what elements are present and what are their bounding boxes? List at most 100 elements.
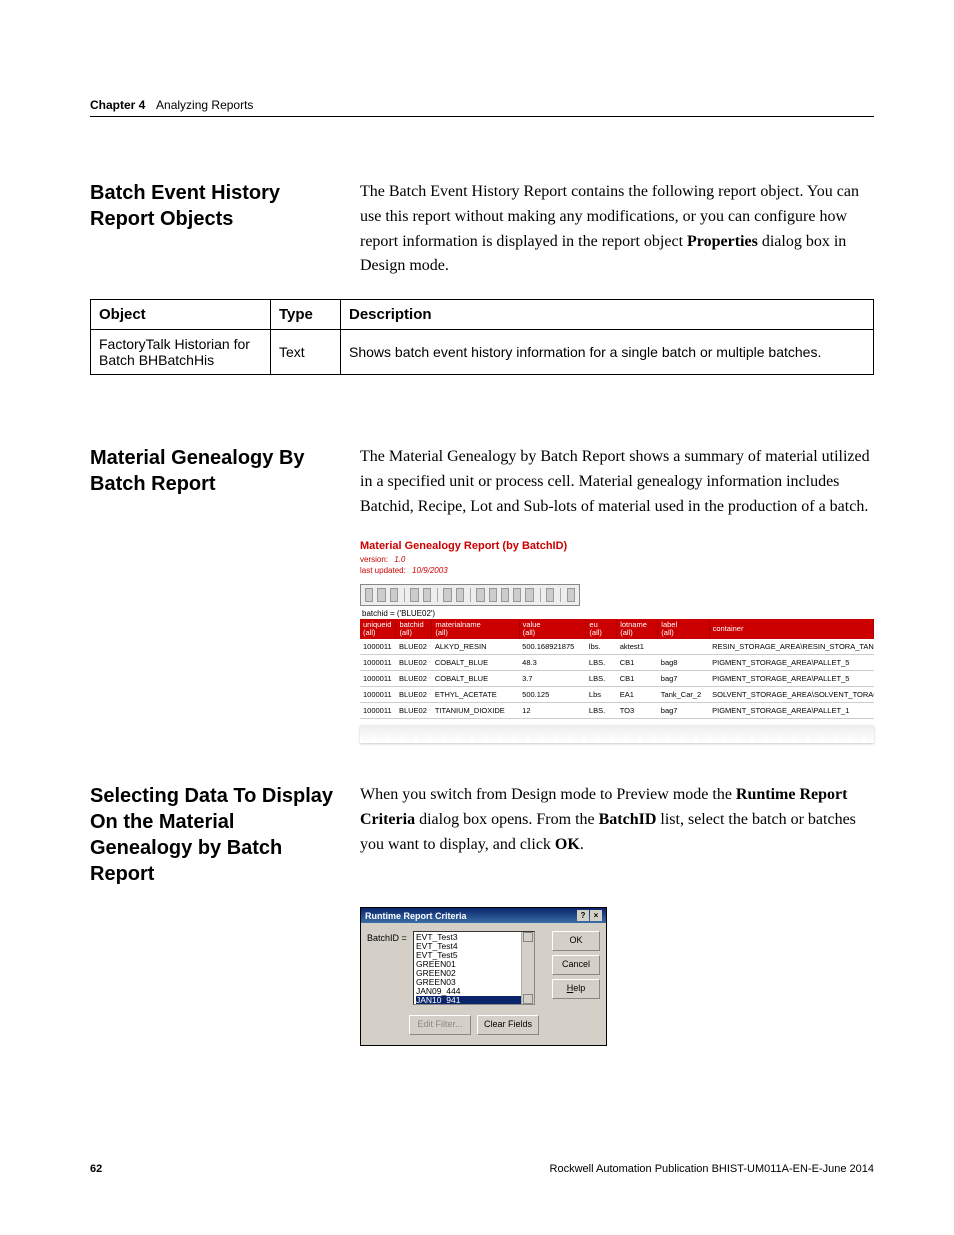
ok-button[interactable]: OK: [552, 931, 600, 951]
cell-materialname: COBALT_BLUE: [432, 655, 519, 671]
cell-container: PIGMENT_STORAGE_AREA\PALLET_1: [709, 703, 873, 719]
close-icon[interactable]: ×: [590, 910, 602, 921]
cell-batchid: BLUE02: [396, 655, 432, 671]
report-toolbar[interactable]: [360, 584, 580, 606]
toolbar-icon[interactable]: [423, 588, 431, 602]
section1-body: The Batch Event History Report contains …: [360, 180, 874, 279]
toolbar-icon[interactable]: [476, 588, 484, 602]
cell-eu: LBS.: [586, 655, 617, 671]
page-number: 62: [90, 1163, 102, 1175]
toolbar-icon[interactable]: [513, 588, 521, 602]
cell-materialname: TITANIUM_DIOXIDE: [432, 703, 519, 719]
col-uniqueid[interactable]: uniqueid(all): [360, 619, 396, 640]
data-grid: uniqueid(all) batchid(all) materialname(…: [360, 619, 874, 720]
section2-body: The Material Genealogy by Batch Report s…: [360, 445, 874, 519]
object-table: Object Type Description FactoryTalk Hist…: [90, 299, 874, 375]
table-row: 1000011BLUE02COBALT_BLUE3.7LBS.CB1bag7PI…: [360, 671, 874, 687]
torn-edge: [360, 725, 874, 743]
cell-label: bag7: [658, 671, 709, 687]
cell-eu: lbs.: [586, 639, 617, 655]
toolbar-icon[interactable]: [489, 588, 497, 602]
report-title: Material Genealogy Report (by BatchID): [360, 540, 874, 552]
toolbar-icon[interactable]: [390, 588, 398, 602]
toolbar-icon[interactable]: [377, 588, 385, 602]
col-label[interactable]: label(all): [658, 619, 709, 640]
meta-version: 1.0: [394, 554, 405, 565]
section2-heading: Material Genealogy By Batch Report: [90, 445, 360, 497]
th-object: Object: [91, 300, 271, 330]
help-button[interactable]: Help: [552, 979, 600, 999]
cell-container: PIGMENT_STORAGE_AREA\PALLET_5: [709, 655, 873, 671]
cell-uniqueid: 1000011: [360, 703, 396, 719]
publication-info: Rockwell Automation Publication BHIST-UM…: [550, 1163, 874, 1175]
table-row: FactoryTalk Historian for Batch BHBatchH…: [91, 330, 874, 375]
cell-lotname: aktest1: [617, 639, 658, 655]
toolbar-icon[interactable]: [546, 588, 554, 602]
runtime-criteria-dialog: Runtime Report Criteria ? × BatchID = EV…: [360, 907, 607, 1046]
cell-eu: Lbs: [586, 687, 617, 703]
cell-uniqueid: 1000011: [360, 687, 396, 703]
page-footer: 62 Rockwell Automation Publication BHIST…: [90, 1163, 874, 1175]
cell-label: bag7: [658, 703, 709, 719]
cell-batchid: BLUE02: [396, 687, 432, 703]
toolbar-icon[interactable]: [410, 588, 418, 602]
chapter-title: Analyzing Reports: [156, 98, 253, 112]
dialog-title: Runtime Report Criteria: [365, 911, 467, 921]
cell-container: RESIN_STORAGE_AREA\RESIN_STORA_TANK_1: [709, 639, 873, 655]
col-value[interactable]: value(all): [519, 619, 586, 640]
cell-type: Text: [271, 330, 341, 375]
section1-bold: Properties: [687, 233, 758, 250]
cell-uniqueid: 1000011: [360, 671, 396, 687]
cell-label: Tank_Car_2: [658, 687, 709, 703]
cell-value: 3.7: [519, 671, 586, 687]
col-lotname[interactable]: lotname(all): [617, 619, 658, 640]
cell-eu: LBS.: [586, 703, 617, 719]
section3-body: When you switch from Design mode to Prev…: [360, 783, 874, 857]
cell-description: Shows batch event history information fo…: [341, 330, 874, 375]
col-batchid[interactable]: batchid(all): [396, 619, 432, 640]
edit-filter-button[interactable]: Edit Filter...: [409, 1015, 471, 1035]
toolbar-icon[interactable]: [456, 588, 464, 602]
clear-fields-button[interactable]: Clear Fields: [477, 1015, 539, 1035]
cell-batchid: BLUE02: [396, 703, 432, 719]
cell-eu: LBS.: [586, 671, 617, 687]
cell-value: 48.3: [519, 655, 586, 671]
toolbar-icon[interactable]: [501, 588, 509, 602]
cell-batchid: BLUE02: [396, 671, 432, 687]
table-row: 1000011BLUE02ALKYD_RESIN500.168921875lbs…: [360, 639, 874, 655]
cell-materialname: ALKYD_RESIN: [432, 639, 519, 655]
cell-materialname: COBALT_BLUE: [432, 671, 519, 687]
col-container[interactable]: container: [709, 619, 873, 640]
cell-value: 12: [519, 703, 586, 719]
batchid-label: BatchID =: [367, 931, 407, 943]
filter-text: batchid = ('BLUE02'): [360, 608, 874, 619]
cell-materialname: ETHYL_ACETATE: [432, 687, 519, 703]
help-rest: elp: [573, 983, 585, 993]
help-icon[interactable]: ?: [577, 910, 589, 921]
toolbar-icon[interactable]: [525, 588, 533, 602]
cell-lotname: TO3: [617, 703, 658, 719]
scrollbar[interactable]: [521, 932, 534, 1004]
meta-updated-label: last updated:: [360, 566, 406, 575]
col-materialname[interactable]: materialname(all): [432, 619, 519, 640]
running-header: Chapter 4 Analyzing Reports: [90, 98, 874, 117]
batchid-listbox[interactable]: EVT_Test3EVT_Test4EVT_Test5GREEN01GREEN0…: [413, 931, 535, 1005]
cell-batchid: BLUE02: [396, 639, 432, 655]
cell-lotname: EA1: [617, 687, 658, 703]
toolbar-icon[interactable]: [443, 588, 451, 602]
cell-object: FactoryTalk Historian for Batch BHBatchH…: [91, 330, 271, 375]
cell-lotname: CB1: [617, 671, 658, 687]
cell-uniqueid: 1000011: [360, 639, 396, 655]
toolbar-icon[interactable]: [365, 588, 373, 602]
cell-label: [658, 639, 709, 655]
cell-label: bag8: [658, 655, 709, 671]
dialog-titlebar[interactable]: Runtime Report Criteria ? ×: [361, 908, 606, 923]
table-row: 1000011BLUE02TITANIUM_DIOXIDE12LBS.TO3ba…: [360, 703, 874, 719]
section3-heading: Selecting Data To Display On the Materia…: [90, 783, 360, 887]
list-item[interactable]: JAN10_941: [416, 996, 532, 1005]
toolbar-icon[interactable]: [567, 588, 575, 602]
col-eu[interactable]: eu(all): [586, 619, 617, 640]
section1-heading: Batch Event History Report Objects: [90, 180, 360, 232]
cancel-button[interactable]: Cancel: [552, 955, 600, 975]
table-row: 1000011BLUE02COBALT_BLUE48.3LBS.CB1bag8P…: [360, 655, 874, 671]
